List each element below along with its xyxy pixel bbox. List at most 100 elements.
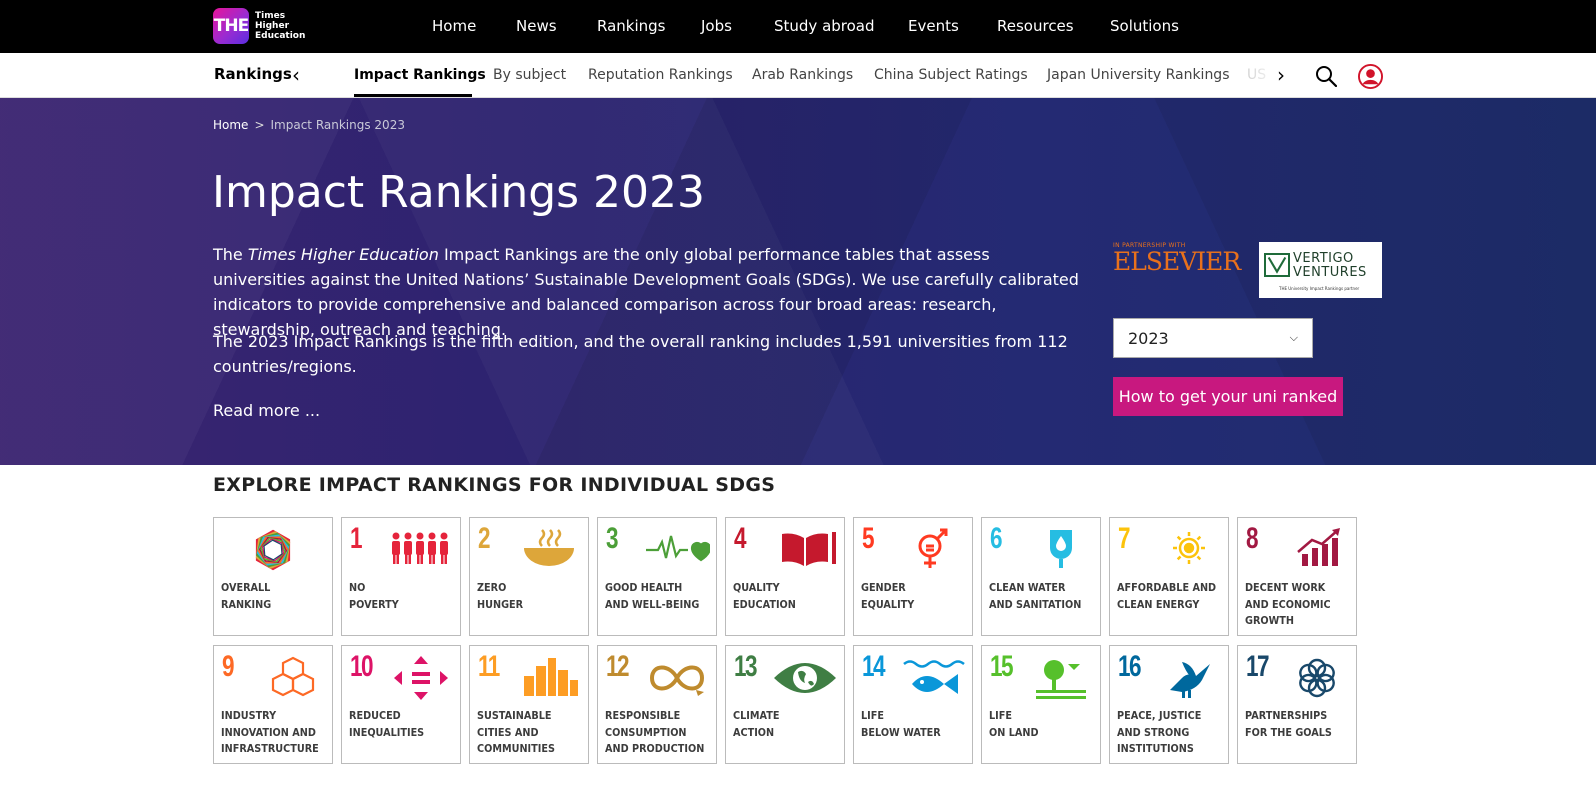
sdg-tile-16[interactable]: 16 PEACE, JUSTICE AND STRONG INSTITUTIONS <box>1109 645 1229 764</box>
sdg-number: 14 <box>862 650 886 683</box>
sdg-label-line: OVERALL <box>221 581 271 594</box>
sdg-label-line: CLEAN ENERGY <box>1117 597 1200 611</box>
sdg-number: 9 <box>222 650 234 683</box>
sdg-tile-1[interactable]: 1 NO POVERTY <box>341 517 461 636</box>
sdg-label-line: COMMUNITIES <box>477 742 555 755</box>
sdg-label-line: BELOW WATER <box>861 725 941 739</box>
sdg-label-line: PEACE, JUSTICE <box>1117 709 1202 722</box>
top-navigation: THE Times Higher Education Home News Ran… <box>0 0 1596 53</box>
subnav-item-by-subject[interactable]: By subject <box>493 67 566 83</box>
sdg-label-line: CITIES AND <box>477 725 539 739</box>
sdg-label: DECENT WORK AND ECONOMIC GROWTH <box>1245 580 1359 630</box>
subnav-item-impact-rankings[interactable]: Impact Rankings <box>354 67 486 83</box>
vertigo-ventures-logo[interactable]: VERTIGO VENTURES THE University Impact R… <box>1259 242 1382 298</box>
sdg-tile-overall[interactable]: OVERALL RANKING <box>213 517 333 636</box>
bowl-icon <box>524 529 574 566</box>
dove-icon <box>1170 662 1210 698</box>
heartbeat-icon <box>646 535 710 562</box>
sdg-label-line: AND SANITATION <box>989 597 1082 611</box>
chevron-right-icon[interactable]: › <box>1277 65 1285 85</box>
sdg-tile-12[interactable]: 12 RESPONSIBLE CONSUMPTION AND PRODUCTION <box>597 645 717 764</box>
breadcrumb-home[interactable]: Home <box>213 118 248 132</box>
read-more-link[interactable]: Read more ... <box>213 401 320 420</box>
sdg-tile-9[interactable]: 9 INDUSTRY INNOVATION AND INFRASTRUCTURE <box>213 645 333 764</box>
user-account-icon[interactable] <box>1358 64 1383 89</box>
nav-events[interactable]: Events <box>908 17 959 35</box>
sdg-label-line: CLIMATE <box>733 709 780 722</box>
sdg-tile-6[interactable]: 6 CLEAN WATER AND SANITATION <box>981 517 1101 636</box>
sdg-tile-15[interactable]: 15 LIFE ON LAND <box>981 645 1101 764</box>
sdg-tile-11[interactable]: 11 SUSTAINABLE CITIES AND COMMUNITIES <box>469 645 589 764</box>
sdg-tile-8[interactable]: 8 DECENT WORK AND ECONOMIC GROWTH <box>1237 517 1357 636</box>
subnav-item-china-subject-ratings[interactable]: China Subject Ratings <box>874 67 1028 83</box>
vertigo-wordmark: VERTIGO VENTURES <box>1293 252 1367 280</box>
cubes-icon <box>271 656 315 697</box>
subnav-item-japan-university-rankings[interactable]: Japan University Rankings <box>1047 67 1230 83</box>
sdg-label: LIFE BELOW WATER <box>861 708 975 741</box>
overall-wheel-icon <box>255 529 291 571</box>
sdg-tile-4[interactable]: 4 QUALITY EDUCATION <box>725 517 845 636</box>
intro-publication-name: Times Higher Education <box>247 245 439 264</box>
sdg-tile-2[interactable]: 2 ZERO HUNGER <box>469 517 589 636</box>
sdg-label: REDUCED INEQUALITIES <box>349 708 463 741</box>
sdg-label-line: INEQUALITIES <box>349 725 425 739</box>
nav-rankings[interactable]: Rankings <box>597 17 666 35</box>
edition-paragraph: The 2023 Impact Rankings is the fifth ed… <box>213 332 1068 376</box>
vertigo-subtitle: THE University Impact Rankings partner <box>1279 286 1360 291</box>
vertigo-line: VENTURES <box>1293 265 1367 280</box>
sdg-number: 8 <box>1246 522 1258 555</box>
active-tab-indicator <box>354 94 472 97</box>
sdg-label-line: NO <box>349 581 366 594</box>
sdg-label: OVERALL RANKING <box>221 580 335 613</box>
sdg-label-line: AND PRODUCTION <box>605 742 705 755</box>
book-icon <box>782 532 836 566</box>
sdg-label-line: INFRASTRUCTURE <box>221 742 319 755</box>
sdg-label-line: AND WELL-BEING <box>605 597 700 611</box>
sdg-label-line: AFFORDABLE AND <box>1117 581 1217 594</box>
sdg-tile-7[interactable]: 7 AFFORDABLE AND CLEAN ENERGY <box>1109 517 1229 636</box>
sdg-number: 15 <box>990 650 1014 683</box>
nav-solutions[interactable]: Solutions <box>1110 17 1179 35</box>
nav-study-abroad[interactable]: Study abroad <box>774 17 875 35</box>
sdg-number: 4 <box>734 522 746 555</box>
sdg-label-line: GROWTH <box>1245 614 1295 627</box>
subnav-title: Rankings <box>214 65 292 83</box>
sdg-label-line: POVERTY <box>349 597 399 611</box>
sdg-tile-13[interactable]: 13 CLIMATE ACTION <box>725 645 845 764</box>
nav-jobs[interactable]: Jobs <box>701 17 732 35</box>
subnav-fade <box>1240 53 1280 97</box>
subnav-item-reputation-rankings[interactable]: Reputation Rankings <box>588 67 733 83</box>
search-icon[interactable] <box>1315 65 1337 87</box>
sdg-label: QUALITY EDUCATION <box>733 580 847 613</box>
elsevier-partner-logo[interactable]: IN PARTNERSHIP WITH ELSEVIER <box>1113 242 1241 275</box>
subnav-item-arab-rankings[interactable]: Arab Rankings <box>752 67 853 83</box>
sdg-tile-10[interactable]: 10 REDUCED INEQUALITIES <box>341 645 461 764</box>
chevron-down-icon: ⌵ <box>1289 331 1298 344</box>
infinity-icon <box>649 665 705 696</box>
sdg-tile-5[interactable]: 5 GENDER EQUALITY <box>853 517 973 636</box>
nav-home[interactable]: Home <box>432 17 476 35</box>
sdg-label: RESPONSIBLE CONSUMPTION AND PRODUCTION <box>605 708 719 758</box>
equality-arrows-icon <box>394 656 448 700</box>
sdg-label-line: INNOVATION AND <box>221 725 316 739</box>
intro-paragraph: The Times Higher Education Impact Rankin… <box>213 242 1083 342</box>
sdg-label-line: EQUALITY <box>861 597 915 611</box>
nav-resources[interactable]: Resources <box>997 17 1074 35</box>
sdg-tile-14[interactable]: 14 LIFE BELOW WATER <box>853 645 973 764</box>
sdg-tile-3[interactable]: 3 GOOD HEALTH AND WELL-BEING <box>597 517 717 636</box>
chevron-left-icon[interactable]: ‹ <box>292 65 300 85</box>
sdg-number: 6 <box>990 522 1002 555</box>
nav-news[interactable]: News <box>516 17 557 35</box>
sdg-label-line: DECENT WORK <box>1245 581 1326 594</box>
year-select[interactable]: 2023 ⌵ <box>1113 318 1313 358</box>
sdg-label: LIFE ON LAND <box>989 708 1103 741</box>
city-icon <box>524 658 578 696</box>
sdg-section-heading: EXPLORE IMPACT RANKINGS FOR INDIVIDUAL S… <box>213 474 776 496</box>
water-drop-icon <box>1050 530 1072 568</box>
sdg-number: 10 <box>350 650 374 683</box>
sdg-tile-17[interactable]: 17 PARTNERSHIPS FOR THE GOALS <box>1237 645 1357 764</box>
family-icon <box>392 532 448 564</box>
get-ranked-button[interactable]: How to get your uni ranked <box>1113 377 1343 416</box>
sdg-label: AFFORDABLE AND CLEAN ENERGY <box>1117 580 1231 613</box>
breadcrumb-current: Impact Rankings 2023 <box>270 118 405 132</box>
